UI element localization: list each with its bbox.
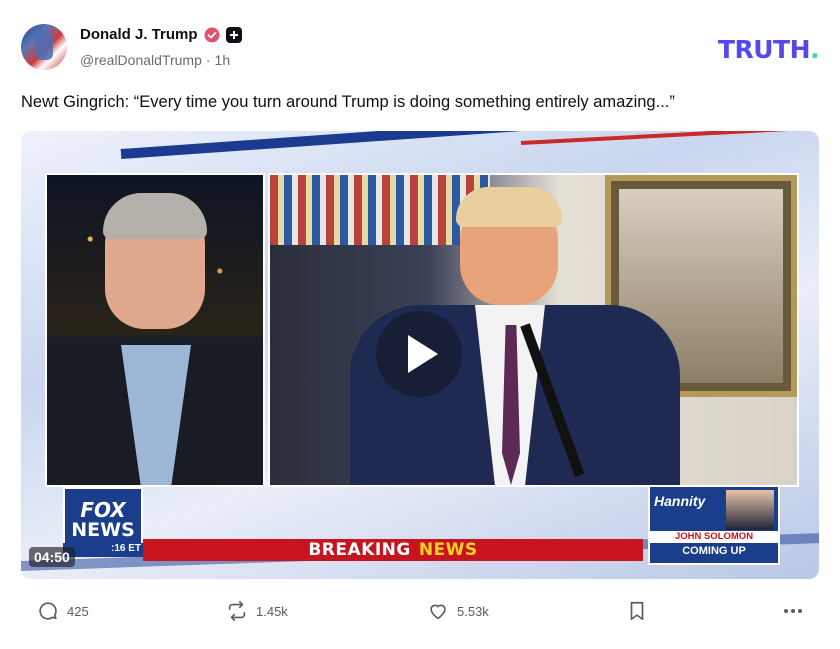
more-button[interactable]: [781, 600, 805, 622]
plus-badge-icon: [225, 26, 242, 43]
video-duration: 04:50: [29, 547, 75, 567]
play-button[interactable]: [376, 311, 462, 397]
reply-icon: [39, 602, 57, 620]
post-header: Donald J. Trump @realDonaldTrump · 1h: [21, 24, 821, 74]
fox-logo-line1: FOX: [80, 498, 126, 522]
post-time[interactable]: 1h: [215, 52, 231, 68]
author-row: Donald J. Trump: [80, 26, 242, 43]
bg-stripe: [120, 131, 680, 159]
promo-show-name: Hannity: [654, 493, 706, 509]
left-video-feed: [45, 173, 265, 487]
meta-separator: ·: [205, 52, 211, 68]
logo-text: TRUTH: [717, 35, 811, 64]
breaking-news-ticker: BREAKING NEWS: [143, 539, 643, 561]
ticker-white: BREAKING: [308, 540, 411, 560]
right-video-feed: [268, 173, 799, 487]
truth-logo[interactable]: TRUTH.: [717, 35, 820, 64]
repost-count: 1.45k: [256, 603, 288, 619]
fox-timestamp: :16 ET: [63, 543, 143, 557]
promo-guest-photo: [726, 490, 774, 530]
show-promo: Hannity JOHN SOLOMON COMING UP: [648, 485, 780, 565]
post-meta: @realDonaldTrump · 1h: [80, 52, 230, 68]
post-text: Newt Gingrich: “Every time you turn arou…: [21, 93, 675, 111]
fox-logo-line2: NEWS: [71, 519, 135, 541]
avatar[interactable]: [21, 24, 67, 70]
author-name[interactable]: Donald J. Trump: [80, 26, 198, 43]
repost-button[interactable]: 1.45k: [226, 600, 288, 622]
promo-guest: JOHN SOLOMON: [650, 531, 778, 543]
repost-icon: [228, 601, 246, 621]
bookmark-icon: [630, 601, 644, 621]
verified-badge-icon: [204, 27, 220, 42]
more-icon: [784, 609, 802, 613]
logo-dot: .: [810, 35, 820, 64]
reply-count: 425: [67, 603, 89, 619]
play-icon: [408, 335, 438, 373]
reply-button[interactable]: 425: [37, 600, 89, 622]
bookmark-button[interactable]: [627, 600, 647, 622]
ticker-yellow: NEWS: [418, 540, 478, 560]
bg-stripe: [520, 131, 819, 145]
video-player[interactable]: FOX NEWS :16 ET BREAKING NEWS Hannity JO…: [21, 131, 819, 579]
promo-status: COMING UP: [650, 544, 778, 559]
like-count: 5.53k: [457, 603, 489, 619]
heart-icon: [430, 604, 446, 620]
like-button[interactable]: 5.53k: [427, 600, 489, 622]
author-handle[interactable]: @realDonaldTrump: [80, 52, 202, 68]
post-actions: 425 1.45k 5.53k: [21, 600, 821, 626]
